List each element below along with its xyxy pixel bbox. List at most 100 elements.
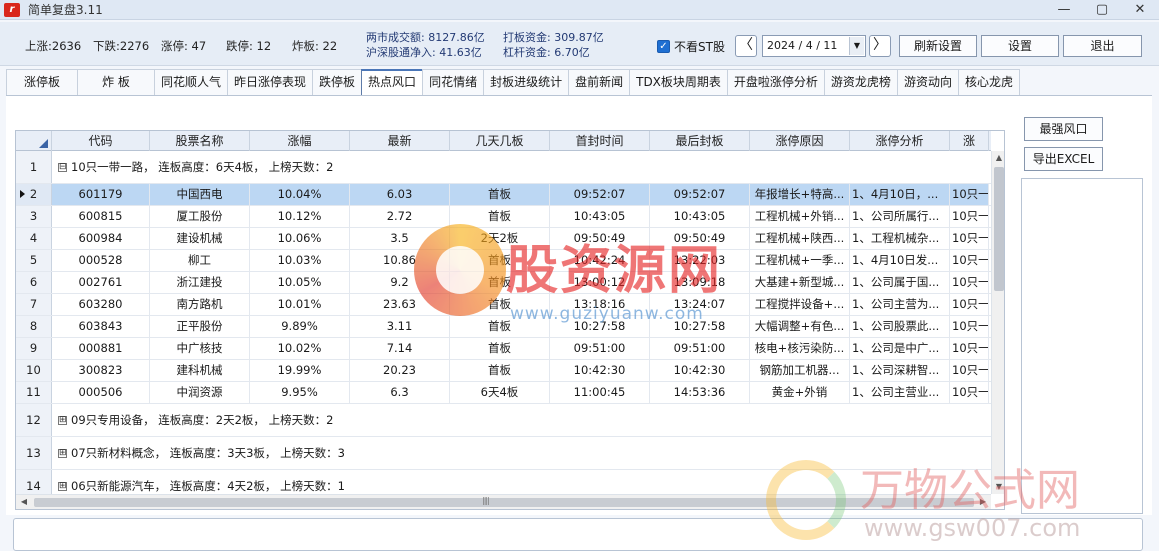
cell-name[interactable]: 中国西电: [150, 184, 250, 205]
cell-truncated[interactable]: 10只一: [950, 228, 989, 249]
cell-name[interactable]: 厦工股份: [150, 206, 250, 227]
cell-truncated[interactable]: 10只一: [950, 360, 989, 381]
cell-change-pct[interactable]: 10.01%: [250, 294, 350, 315]
cell-board-count[interactable]: 6天4板: [450, 382, 550, 403]
cell-name[interactable]: 中润资源: [150, 382, 250, 403]
cell-last-price[interactable]: 7.14: [350, 338, 450, 359]
tab-yesterday-limit-up[interactable]: 昨日涨停表现: [227, 69, 314, 95]
cell-reason[interactable]: 年报增长+特高...: [750, 184, 850, 205]
cell-change-pct[interactable]: 10.04%: [250, 184, 350, 205]
date-picker[interactable]: 2024 / 4 / 11 ▼: [762, 35, 866, 57]
cell-truncated[interactable]: 10只一: [950, 294, 989, 315]
tab-ths-popularity[interactable]: 同花顺人气: [154, 69, 229, 95]
col-name[interactable]: 股票名称: [150, 131, 250, 151]
cell-change-pct[interactable]: 10.06%: [250, 228, 350, 249]
select-all-corner[interactable]: [16, 131, 52, 151]
tab-premarket-news[interactable]: 盘前新闻: [568, 69, 631, 95]
group-header[interactable]: ⊞ 09只专用设备， 连板高度：2天2板， 上榜天数：2: [52, 404, 991, 436]
scroll-up-icon[interactable]: ▲: [994, 153, 1004, 163]
col-first-seal-time[interactable]: 首封时间: [550, 131, 650, 151]
scroll-left-icon[interactable]: ◀: [19, 497, 29, 507]
cell-name[interactable]: 建科机械: [150, 360, 250, 381]
cell-analysis[interactable]: 1、工程机械杂...: [850, 228, 950, 249]
refresh-settings-button[interactable]: 刷新设置: [899, 35, 977, 57]
cell-name[interactable]: 南方路机: [150, 294, 250, 315]
table-row[interactable]: 10 300823 建科机械 19.99% 20.23 首板 10:42:30 …: [16, 360, 991, 382]
cell-analysis[interactable]: 1、4月10日，...: [850, 184, 950, 205]
cell-change-pct[interactable]: 10.02%: [250, 338, 350, 359]
tab-limit-down[interactable]: 跌停板: [312, 69, 363, 95]
cell-change-pct[interactable]: 10.12%: [250, 206, 350, 227]
tab-hot-money-board[interactable]: 游资龙虎榜: [823, 69, 898, 95]
cell-change-pct[interactable]: 9.95%: [250, 382, 350, 403]
table-row[interactable]: 2 601179 中国西电 10.04% 6.03 首板 09:52:07 09…: [16, 184, 991, 206]
cell-last-price[interactable]: 20.23: [350, 360, 450, 381]
cell-reason[interactable]: 核电+核污染防...: [750, 338, 850, 359]
cell-change-pct[interactable]: 19.99%: [250, 360, 350, 381]
group-header[interactable]: ⊟ 10只一带一路， 连板高度：6天4板， 上榜天数：2: [52, 151, 991, 183]
export-excel-button[interactable]: 导出EXCEL: [1024, 147, 1103, 171]
cell-analysis[interactable]: 1、公司深耕智...: [850, 360, 950, 381]
cell-first-seal[interactable]: 10:42:30: [550, 360, 650, 381]
expand-icon[interactable]: ⊞: [58, 415, 67, 425]
cell-first-seal[interactable]: 11:00:45: [550, 382, 650, 403]
cell-last-seal[interactable]: 09:51:00: [650, 338, 750, 359]
tab-core-dragon-tiger[interactable]: 核心龙虎: [957, 69, 1020, 95]
cell-name[interactable]: 正平股份: [150, 316, 250, 337]
maximize-icon[interactable]: ▢: [1083, 0, 1121, 20]
cell-last-seal[interactable]: 14:53:36: [650, 382, 750, 403]
cell-analysis[interactable]: 1、公司是中广...: [850, 338, 950, 359]
cell-analysis[interactable]: 1、公司属于国...: [850, 272, 950, 293]
cell-code[interactable]: 300823: [52, 360, 150, 381]
cell-first-seal[interactable]: 09:52:07: [550, 184, 650, 205]
prev-date-button[interactable]: 〈: [735, 35, 757, 57]
group-row[interactable]: 1 ⊟ 10只一带一路， 连板高度：6天4板， 上榜天数：2: [16, 151, 991, 184]
cell-board-count[interactable]: 首板: [450, 184, 550, 205]
cell-name[interactable]: 浙江建投: [150, 272, 250, 293]
expand-icon[interactable]: ⊞: [58, 481, 67, 491]
collapse-icon[interactable]: ⊟: [58, 162, 67, 172]
cell-code[interactable]: 600984: [52, 228, 150, 249]
cell-last-price[interactable]: 6.03: [350, 184, 450, 205]
col-last-seal-time[interactable]: 最后封板: [650, 131, 750, 151]
tab-broken-board[interactable]: 炸 板: [77, 69, 155, 95]
cell-board-count[interactable]: 首板: [450, 338, 550, 359]
cell-code[interactable]: 002761: [52, 272, 150, 293]
tab-limit-up[interactable]: 涨停板: [6, 69, 78, 95]
col-truncated[interactable]: 涨: [950, 131, 989, 151]
cell-last-seal[interactable]: 09:52:07: [650, 184, 750, 205]
cell-truncated[interactable]: 10只一: [950, 338, 989, 359]
cell-code[interactable]: 601179: [52, 184, 150, 205]
close-icon[interactable]: ✕: [1121, 0, 1159, 20]
col-limit-up-reason[interactable]: 涨停原因: [750, 131, 850, 151]
checkbox-checked-icon[interactable]: ✓: [657, 40, 670, 53]
col-last-price[interactable]: 最新: [350, 131, 450, 151]
tab-hot-money-flow[interactable]: 游资动向: [896, 69, 959, 95]
cell-last-price[interactable]: 6.3: [350, 382, 450, 403]
tab-ths-sentiment[interactable]: 同花情绪: [422, 69, 485, 95]
col-limit-up-analysis[interactable]: 涨停分析: [850, 131, 950, 151]
group-row[interactable]: 12 ⊞ 09只专用设备， 连板高度：2天2板， 上榜天数：2: [16, 404, 991, 437]
tab-tdx-sector-cycle[interactable]: TDX板块周期表: [629, 69, 728, 95]
tab-hot-sectors[interactable]: 热点风口: [361, 69, 424, 95]
cell-code[interactable]: 000881: [52, 338, 150, 359]
cell-first-seal[interactable]: 09:51:00: [550, 338, 650, 359]
cell-code[interactable]: 600815: [52, 206, 150, 227]
cell-last-seal[interactable]: 10:42:30: [650, 360, 750, 381]
cell-name[interactable]: 建设机械: [150, 228, 250, 249]
cell-name[interactable]: 中广核技: [150, 338, 250, 359]
cell-reason[interactable]: 黄金+外销: [750, 382, 850, 403]
cell-analysis[interactable]: 1、公司主营为...: [850, 294, 950, 315]
cell-code[interactable]: 000528: [52, 250, 150, 271]
cell-analysis[interactable]: 1、公司所属行...: [850, 206, 950, 227]
cell-code[interactable]: 000506: [52, 382, 150, 403]
table-row[interactable]: 9 000881 中广核技 10.02% 7.14 首板 09:51:00 09…: [16, 338, 991, 360]
minimize-icon[interactable]: —: [1045, 0, 1083, 20]
hide-st-checkbox[interactable]: ✓ 不看ST股: [657, 38, 725, 55]
vertical-scrollbar[interactable]: ▲ ▼: [991, 151, 1004, 494]
cell-truncated[interactable]: 10只一: [950, 316, 989, 337]
vertical-scroll-thumb[interactable]: [994, 167, 1004, 291]
cell-code[interactable]: 603843: [52, 316, 150, 337]
col-change-pct[interactable]: 涨幅: [250, 131, 350, 151]
cell-reason[interactable]: 钢筋加工机器...: [750, 360, 850, 381]
